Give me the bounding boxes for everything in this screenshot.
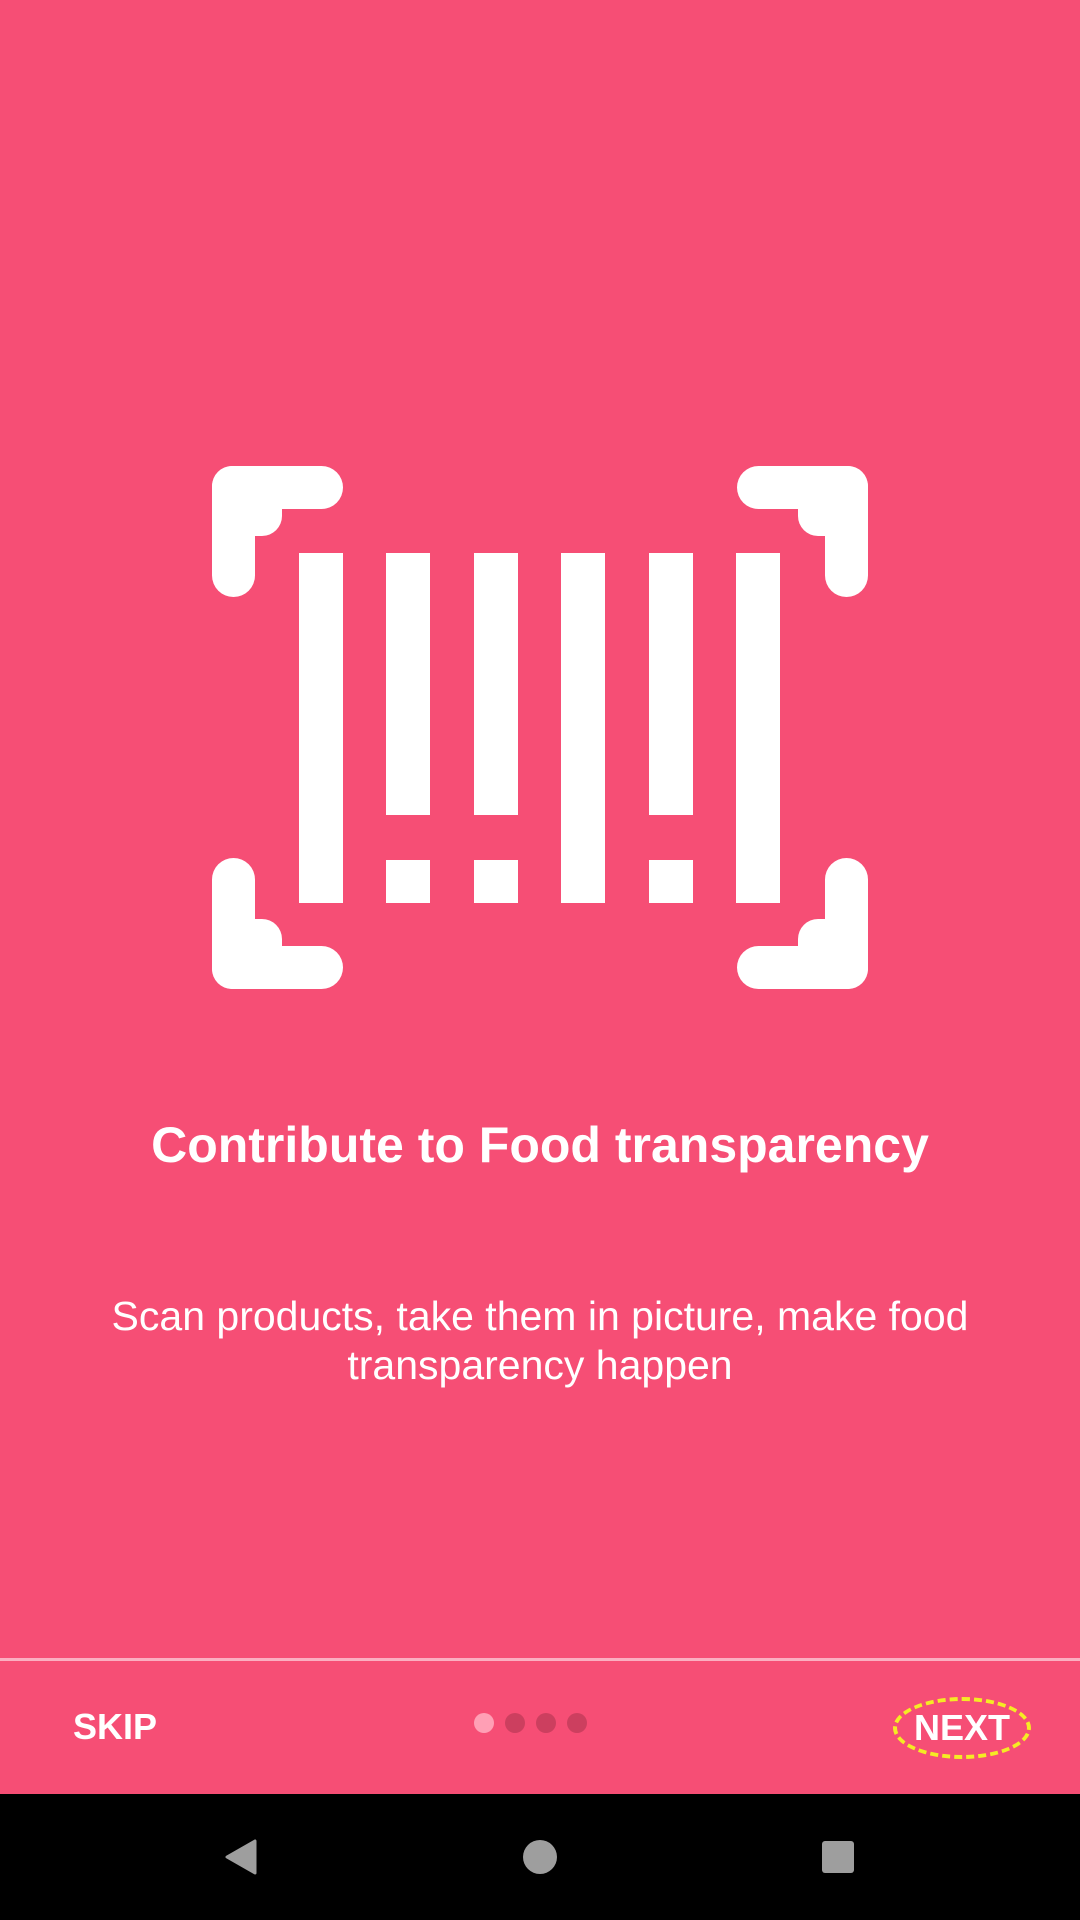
recents-square-icon bbox=[822, 1841, 854, 1873]
next-button[interactable]: NEXT bbox=[893, 1697, 1031, 1759]
onboarding-bottom-bar: SKIP NEXT bbox=[0, 1661, 1080, 1794]
page-indicator-dot-1 bbox=[474, 1713, 494, 1733]
back-button[interactable] bbox=[198, 1814, 284, 1900]
page-indicator bbox=[474, 1713, 587, 1735]
system-navigation-bar bbox=[0, 1794, 1080, 1920]
home-circle-icon bbox=[523, 1840, 557, 1874]
recents-button[interactable] bbox=[795, 1814, 881, 1900]
home-button[interactable] bbox=[497, 1814, 583, 1900]
back-triangle-icon bbox=[225, 1839, 257, 1875]
barcode-scan-icon bbox=[212, 466, 868, 989]
onboarding-title: Contribute to Food transparency bbox=[151, 1117, 929, 1173]
onboarding-screen: Contribute to Food transparency Scan pro… bbox=[0, 0, 1080, 1920]
page-indicator-dot-4 bbox=[567, 1713, 587, 1733]
onboarding-description: Scan products, take them in picture, mak… bbox=[111, 1293, 969, 1388]
page-indicator-dot-2 bbox=[505, 1713, 525, 1733]
skip-button[interactable]: SKIP bbox=[40, 1691, 190, 1763]
page-indicator-dot-3 bbox=[536, 1713, 556, 1733]
